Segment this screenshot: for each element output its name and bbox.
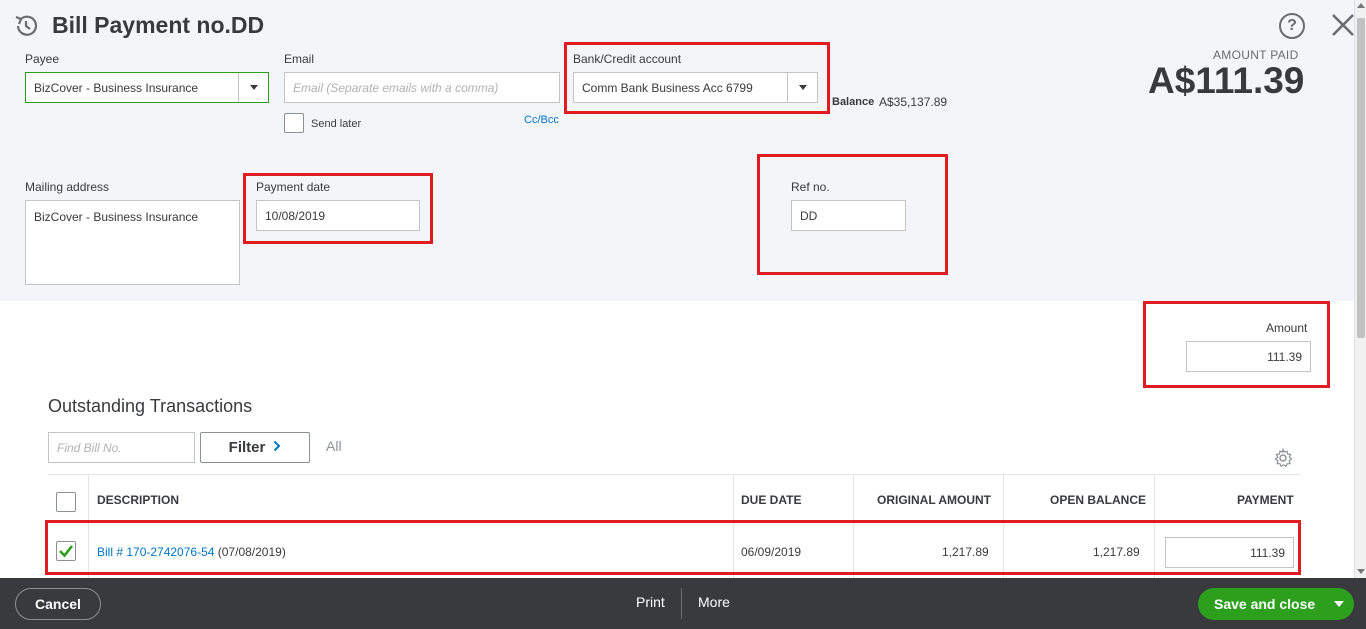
save-and-close-label: Save and close: [1214, 596, 1316, 612]
footer-divider: [681, 588, 682, 619]
column-header-description[interactable]: DESCRIPTION: [97, 493, 179, 507]
amount-paid-value: A$111.39: [1148, 60, 1305, 101]
column-header-open-balance[interactable]: OPEN BALANCE: [1050, 493, 1146, 507]
cc-bcc-link[interactable]: Cc/Bcc: [524, 114, 559, 126]
payment-date-field[interactable]: 10/08/2019: [256, 200, 420, 231]
send-later-label: Send later: [311, 118, 362, 130]
close-icon[interactable]: [1328, 10, 1358, 40]
email-field[interactable]: Email (Separate emails with a comma): [284, 72, 560, 103]
ref-no-field[interactable]: DD: [791, 200, 906, 231]
chevron-down-icon[interactable]: [238, 73, 268, 102]
bill-link[interactable]: Bill # 170-2742076-54: [97, 545, 214, 559]
table-row[interactable]: Bill # 170-2742076-54 (07/08/2019) 06/09…: [48, 526, 1296, 572]
payee-label: Payee: [25, 52, 60, 66]
vertical-scrollbar[interactable]: [1354, 0, 1366, 578]
amount-label: Amount: [1266, 321, 1308, 335]
select-all-checkbox[interactable]: [56, 492, 76, 512]
column-header-payment[interactable]: PAYMENT: [1237, 493, 1294, 507]
filter-button[interactable]: Filter: [200, 432, 310, 463]
checkmark-icon: [59, 545, 74, 558]
payment-input[interactable]: 111.39: [1165, 537, 1294, 568]
page-title: Bill Payment no.DD: [52, 12, 265, 38]
balance-label: Balance: [832, 96, 875, 108]
history-icon[interactable]: [12, 12, 40, 40]
save-and-close-button[interactable]: Save and close: [1198, 588, 1354, 620]
scroll-up-arrow[interactable]: [1357, 3, 1365, 8]
more-link[interactable]: More: [698, 594, 730, 610]
payee-value: BizCover - Business Insurance: [34, 80, 199, 95]
print-link[interactable]: Print: [636, 594, 665, 610]
original-amount-cell: 1,217.89: [942, 545, 989, 559]
find-bill-input[interactable]: Find Bill No.: [48, 432, 195, 463]
mailing-address-label: Mailing address: [25, 180, 110, 194]
row-checkbox[interactable]: [56, 541, 76, 561]
chevron-right-icon: [273, 439, 281, 456]
open-balance-cell: 1,217.89: [1093, 545, 1140, 559]
balance-value: A$35,137.89: [879, 95, 948, 109]
filter-status: All: [326, 438, 342, 454]
footer-bar: Cancel Print More Save and close: [0, 578, 1366, 629]
amount-field[interactable]: 111.39: [1186, 341, 1311, 372]
payee-select[interactable]: BizCover - Business Insurance: [25, 72, 269, 103]
bill-date: (07/08/2019): [217, 545, 286, 559]
payment-date-label: Payment date: [256, 180, 331, 194]
scrollbar-thumb[interactable]: [1357, 18, 1365, 338]
column-header-due-date[interactable]: DUE DATE: [741, 493, 801, 507]
email-label: Email: [284, 52, 315, 66]
scroll-down-arrow[interactable]: [1357, 569, 1365, 574]
help-icon[interactable]: ?: [1279, 13, 1305, 39]
ref-no-label: Ref no.: [791, 180, 830, 194]
send-later-checkbox[interactable]: [284, 113, 304, 133]
chevron-down-icon[interactable]: [1334, 601, 1344, 607]
mailing-address-field[interactable]: BizCover - Business Insurance: [25, 200, 240, 285]
cancel-button[interactable]: Cancel: [15, 588, 101, 620]
filter-label: Filter: [228, 439, 266, 456]
due-date-cell: 06/09/2019: [741, 545, 802, 559]
column-header-original-amount[interactable]: ORIGINAL AMOUNT: [877, 493, 991, 507]
gear-icon[interactable]: [1273, 447, 1293, 468]
highlight-bank-account: [564, 42, 830, 114]
outstanding-title: Outstanding Transactions: [48, 396, 253, 416]
